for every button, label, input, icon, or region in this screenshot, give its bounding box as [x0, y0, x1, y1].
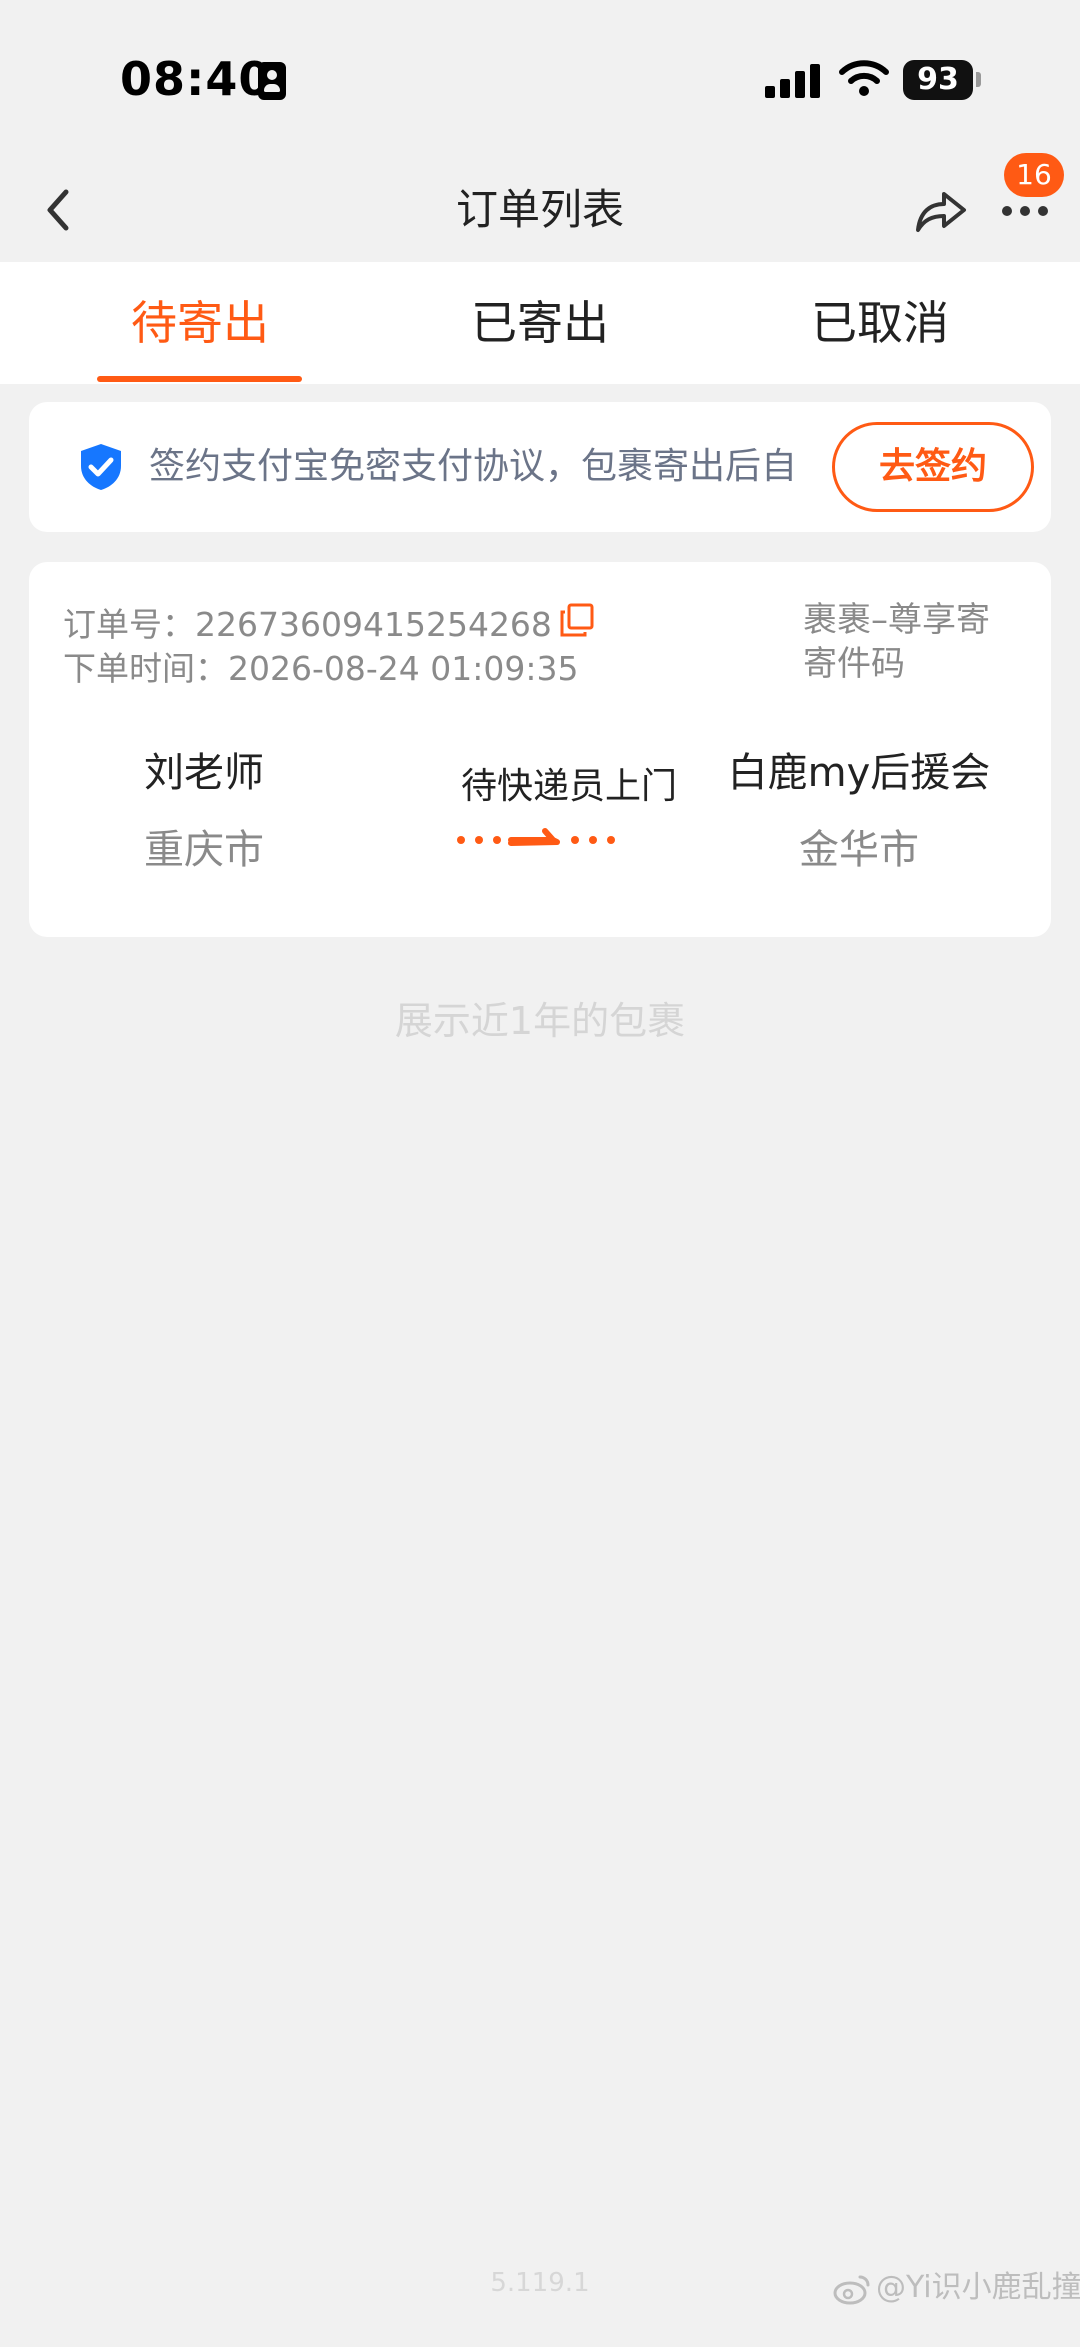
- service-label: 裹裹–尊享寄寄件码: [803, 600, 990, 684]
- navigation-bar: 订单列表: [0, 160, 1080, 260]
- active-tab-indicator: [97, 376, 302, 382]
- banner-text: 签约支付宝免密支付协议，包裹寄出后自: [149, 446, 798, 487]
- notification-badge: 16: [1004, 153, 1064, 197]
- order-number: 订单号：22673609415254268: [63, 605, 552, 644]
- receiver-city: 金华市: [799, 827, 919, 873]
- battery-cap: [976, 72, 981, 87]
- tab-sent[interactable]: 已寄出: [360, 262, 720, 384]
- status-bar: 08:40 93: [0, 0, 1080, 160]
- tab-pending-send[interactable]: 待寄出: [20, 262, 380, 384]
- receiver-name: 白鹿my后援会: [727, 750, 991, 796]
- share-icon[interactable]: [910, 180, 970, 240]
- watermark: @Yi识小鹿乱撞: [832, 2262, 1080, 2312]
- history-range-note: 展示近1年的包裹: [394, 999, 686, 1043]
- sign-agreement-button[interactable]: 去签约: [832, 422, 1034, 512]
- wifi-icon: [839, 60, 889, 96]
- order-status: 待快递员上门: [460, 766, 677, 807]
- contact-card-icon: [258, 62, 286, 100]
- watermark-text: @Yi识小鹿乱撞: [876, 2270, 1080, 2305]
- cellular-signal-icon: [765, 62, 821, 98]
- copy-icon[interactable]: [559, 602, 595, 638]
- tab-cancelled[interactable]: 已取消: [700, 262, 1060, 384]
- more-options-icon[interactable]: [1000, 198, 1050, 222]
- order-card[interactable]: 订单号：22673609415254268 下单时间：2026-08-24 01…: [29, 562, 1051, 937]
- weibo-icon: [833, 2275, 870, 2304]
- alipay-agreement-banner[interactable]: 签约支付宝免密支付协议，包裹寄出后自 去签约: [29, 402, 1051, 532]
- battery-indicator: 93: [903, 60, 973, 100]
- shield-check-icon: [81, 444, 121, 490]
- sender-city: 重庆市: [144, 827, 264, 873]
- order-tabs: 待寄出 已寄出 已取消: [0, 262, 1080, 384]
- route-arrow-icon: [457, 828, 615, 846]
- status-time: 08:40: [120, 52, 272, 106]
- order-time: 下单时间：2026-08-24 01:09:35: [63, 649, 579, 688]
- sender-name: 刘老师: [144, 750, 264, 796]
